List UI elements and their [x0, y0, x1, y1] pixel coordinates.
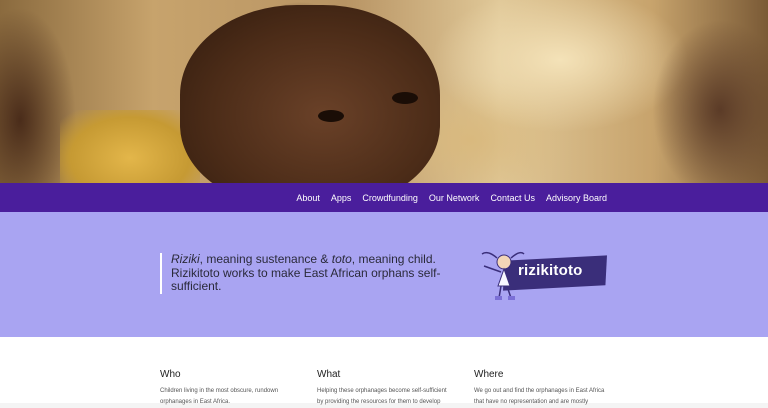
hero-photo: [0, 0, 768, 183]
hero-eye: [318, 110, 344, 122]
nav-about[interactable]: About: [296, 193, 320, 203]
what-column: What Helping these orphanages become sel…: [317, 369, 452, 408]
what-text: Helping these orphanages become self-suf…: [317, 388, 447, 405]
who-text: Children living in the most obscure, run…: [160, 388, 279, 405]
intro-quote: Riziki, meaning sustenance & toto, meani…: [160, 252, 461, 294]
intro-line-2: Rizikitoto works to make East African or…: [171, 265, 441, 293]
nav-advisory-board[interactable]: Advisory Board: [546, 193, 607, 203]
nav-crowdfunding[interactable]: Crowdfunding: [362, 193, 418, 203]
who-heading: Who: [160, 369, 181, 380]
nav-bar: About Apps Crowdfunding Our Network Cont…: [0, 183, 768, 212]
where-heading: Where: [474, 369, 504, 380]
nav-contact-us[interactable]: Contact Us: [490, 193, 535, 203]
intro-line-1-end: , meaning child.: [351, 252, 436, 266]
riziki-word: Riziki: [171, 252, 200, 266]
where-text: We go out and find the orphanages in Eas…: [474, 388, 605, 405]
toto-word: toto: [331, 252, 352, 266]
main-nav: About Apps Crowdfunding Our Network Cont…: [296, 183, 607, 212]
what-heading: What: [317, 369, 341, 380]
intro-line-1: Riziki, meaning sustenance & toto, meani…: [171, 252, 461, 267]
nav-our-network[interactable]: Our Network: [429, 193, 480, 203]
intro-line-1-mid: , meaning sustenance &: [199, 252, 332, 266]
nav-apps[interactable]: Apps: [331, 193, 352, 203]
hero-shirt: [60, 110, 200, 183]
who-column: Who Children living in the most obscure,…: [160, 369, 295, 408]
where-column: Where We go out and find the orphanages …: [474, 369, 609, 408]
rizikitoto-logo: rizikitoto: [474, 244, 608, 304]
logo-wordmark: rizikitoto: [518, 262, 583, 279]
hero-eye: [392, 92, 418, 104]
